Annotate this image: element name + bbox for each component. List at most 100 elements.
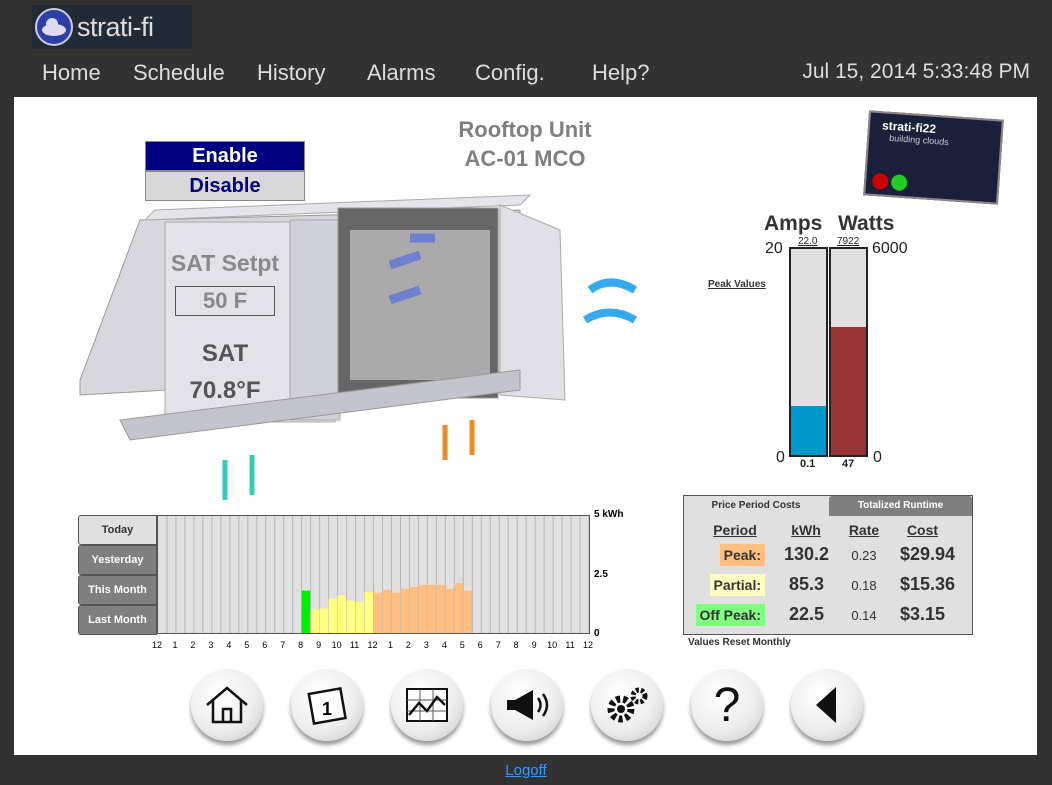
energy-bar (364, 591, 374, 633)
amps-min: 0 (776, 449, 785, 466)
kwh-value: 22.5 (788, 604, 825, 624)
help-icon: ? (713, 678, 741, 732)
peak-values-link[interactable]: Peak Values (708, 279, 766, 290)
device-image: strati-fi22 building clouds (863, 110, 1004, 205)
values-reset-note: Values Reset Monthly (688, 637, 791, 648)
x-tick-label: 7 (280, 640, 286, 650)
history-button[interactable] (391, 669, 463, 741)
y-tick-max: 5 kWh (594, 509, 624, 520)
nav-schedule[interactable]: Schedule (133, 60, 225, 86)
period-label: Partial: (709, 574, 765, 596)
home-button[interactable] (191, 669, 263, 741)
chart-icon (406, 688, 448, 722)
x-tick-label: 2 (190, 640, 196, 650)
kwh-value: 85.3 (788, 574, 825, 594)
energy-bar (373, 592, 383, 633)
logo: strati-fi (32, 5, 192, 49)
enable-button[interactable]: Enable (145, 141, 305, 171)
unit-title: Rooftop Unit AC-01 MCO (430, 115, 620, 173)
calendar-icon: 1 (307, 686, 347, 725)
energy-bar (346, 600, 356, 633)
schedule-button[interactable]: 1 (291, 669, 363, 741)
cloud-logo-icon (35, 8, 73, 46)
x-tick-label: 1 (387, 640, 393, 650)
tab-today[interactable]: Today (78, 515, 157, 545)
energy-bar (463, 590, 473, 633)
tab-price-period-costs[interactable]: Price Period Costs (684, 496, 828, 516)
home-icon (206, 686, 248, 724)
x-tick-label: 12 (582, 640, 593, 650)
disable-button[interactable]: Disable (145, 171, 305, 201)
watts-gauge (829, 247, 868, 457)
logoff-link[interactable]: Logoff (505, 762, 546, 779)
megaphone-icon (507, 690, 549, 720)
energy-bar-chart (157, 515, 590, 634)
x-tick-label: 11 (565, 640, 575, 650)
gears-icon (607, 687, 648, 723)
kwh-value: 130.2 (783, 544, 830, 564)
x-tick-label: 12 (151, 640, 162, 650)
logo-text: strati-fi (77, 11, 154, 42)
rate-value: 0.14 (851, 608, 877, 623)
help-button[interactable]: ? (691, 669, 763, 741)
tab-last-month[interactable]: Last Month (78, 605, 157, 635)
config-button[interactable] (591, 669, 663, 741)
setpoint-input[interactable]: 50 F (175, 286, 275, 316)
header-rate: Rate (848, 522, 880, 538)
watts-gauge-fill (831, 327, 866, 455)
x-tick-label: 8 (513, 640, 519, 650)
x-tick-label: 8 (298, 640, 304, 650)
cost-value: $3.15 (900, 604, 946, 624)
sat-value: 70.8°F (189, 377, 261, 404)
energy-bar (337, 595, 347, 633)
x-tick-label: 5 (244, 640, 250, 650)
energy-bar (418, 584, 428, 633)
tab-yesterday[interactable]: Yesterday (78, 545, 157, 575)
watts-min: 0 (873, 449, 882, 466)
header-cost: Cost (906, 522, 939, 538)
amps-max: 20 (765, 240, 783, 257)
header-period: Period (713, 522, 757, 538)
nav-history[interactable]: History (257, 60, 325, 86)
rate-value: 0.18 (851, 578, 877, 593)
amps-peak: 22.0 (798, 236, 818, 247)
energy-bar (445, 588, 455, 633)
energy-bar (310, 609, 320, 633)
amps-label: Amps (764, 212, 823, 235)
energy-bar (454, 582, 464, 633)
nav-home[interactable]: Home (42, 60, 101, 86)
energy-bar (427, 584, 437, 633)
nav-config[interactable]: Config. (475, 60, 545, 86)
amps-gauge (789, 247, 828, 457)
y-tick-zero: 0 (594, 628, 600, 639)
energy-bar (409, 586, 419, 633)
x-tick-label: 11 (349, 640, 360, 650)
tab-this-month[interactable]: This Month (78, 575, 157, 605)
cost-value: $29.94 (900, 544, 956, 564)
header-kwh: kWh (791, 522, 821, 538)
rooftop-unit-illustration (79, 194, 638, 500)
y-tick-mid: 2.5 (594, 569, 608, 580)
x-tick-label: 6 (477, 640, 483, 650)
amps-gauge-fill (791, 405, 826, 455)
x-tick-label: 9 (531, 640, 537, 650)
tab-totalized-runtime[interactable]: Totalized Runtime (829, 496, 972, 516)
energy-bar (355, 602, 365, 633)
x-tick-label: 1 (172, 640, 178, 650)
energy-bar (391, 592, 401, 633)
x-tick-label: 10 (547, 640, 558, 650)
x-tick-label: 12 (367, 640, 378, 650)
nav-help[interactable]: Help? (592, 60, 649, 86)
unit-title-line2: AC-01 MCO (464, 146, 586, 171)
nav-alarms[interactable]: Alarms (367, 60, 435, 86)
energy-bar (400, 588, 410, 633)
alarms-button[interactable] (491, 669, 563, 741)
back-button[interactable] (791, 669, 863, 741)
x-tick-label: 3 (423, 640, 429, 650)
unit-title-line1: Rooftop Unit (458, 117, 592, 142)
setpoint-label: SAT Setpt (170, 250, 280, 276)
rate-value: 0.23 (851, 548, 877, 563)
x-tick-label: 9 (316, 640, 322, 650)
amps-current: 0.1 (800, 458, 816, 470)
x-tick-label: 5 (459, 640, 465, 650)
